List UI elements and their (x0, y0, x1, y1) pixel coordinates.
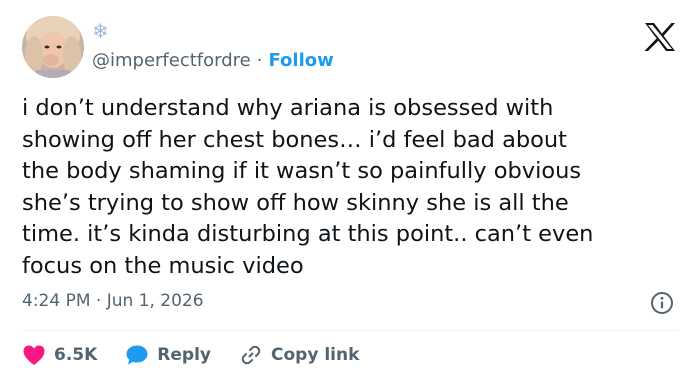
like-count: 6.5K (54, 345, 98, 365)
handle-line: @imperfectfordre · Follow (92, 48, 334, 72)
link-icon (239, 343, 263, 367)
tweet-text: i don’t understand why ariana is obsesse… (22, 95, 594, 279)
snowflake-icon: ❄ (92, 19, 109, 43)
divider (22, 330, 678, 331)
display-name-line: ❄ (92, 20, 109, 42)
reply-button[interactable]: Reply (125, 343, 211, 367)
action-bar: 6.5K Reply Copy link (22, 342, 387, 368)
info-icon[interactable] (650, 291, 674, 315)
heart-icon (22, 344, 46, 366)
user-handle[interactable]: @imperfectfordre (92, 50, 251, 71)
speech-bubble-icon (125, 344, 149, 366)
reply-label: Reply (157, 345, 211, 365)
avatar[interactable] (22, 16, 84, 78)
copy-link-label: Copy link (271, 345, 360, 365)
follow-button[interactable]: Follow (268, 50, 333, 71)
tweet-card: ❄ @imperfectfordre · Follow i don’t unde… (0, 0, 700, 383)
tweet-timestamp[interactable]: 4:24 PM · Jun 1, 2026 (22, 289, 204, 313)
like-button[interactable]: 6.5K (22, 343, 97, 367)
separator-dot: · (256, 49, 263, 71)
x-logo-icon[interactable] (643, 22, 677, 52)
copy-link-button[interactable]: Copy link (239, 343, 359, 367)
